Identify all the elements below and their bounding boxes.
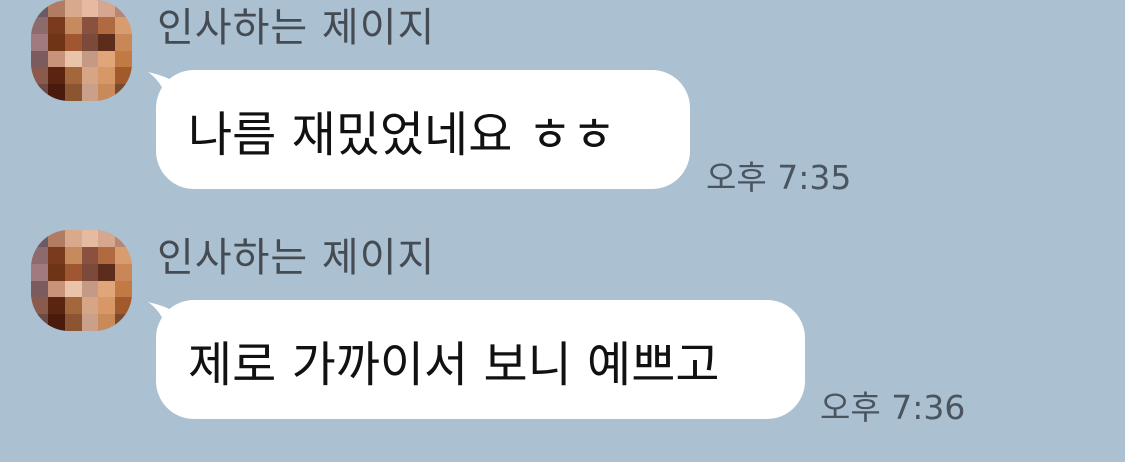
sender-name: 인사하는 제이지 [157, 5, 436, 51]
avatar-mosaic-cell [115, 33, 132, 51]
avatar-mosaic-cell [98, 0, 116, 17]
chat-message: 인사하는 제이지 나름 재밌었네요 ㅎㅎ 오후 7:35 [0, 0, 1125, 220]
avatar-mosaic-cell [81, 280, 99, 298]
avatar-mosaic-cell [31, 67, 48, 85]
avatar-mosaic-cell [115, 297, 132, 315]
avatar-mosaic-cell [115, 16, 132, 34]
sender-name: 인사하는 제이지 [157, 235, 436, 281]
avatar-mosaic-cell [98, 230, 116, 247]
avatar-mosaic-cell [115, 230, 132, 247]
avatar-mosaic-cell [64, 0, 82, 17]
avatar-mosaic-cell [31, 230, 48, 247]
message-text: 나름 재밌었네요 ㅎㅎ [188, 106, 616, 163]
avatar-mosaic-cell [81, 33, 99, 51]
avatar-mosaic-cell [115, 280, 132, 298]
avatar-mosaic-cell [31, 314, 48, 331]
avatar-mosaic-cell [98, 16, 116, 34]
avatar-mosaic-cell [47, 314, 65, 331]
avatar[interactable] [31, 230, 132, 331]
avatar-mosaic-cell [47, 16, 65, 34]
avatar-mosaic-cell [64, 246, 82, 264]
message-text: 제로 가까이서 보니 예쁘고 [188, 336, 720, 393]
message-bubble[interactable]: 나름 재밌었네요 ㅎㅎ [156, 70, 690, 189]
avatar-mosaic-cell [31, 246, 48, 264]
avatar-mosaic-cell [64, 16, 82, 34]
avatar-mosaic-cell [115, 314, 132, 331]
avatar-mosaic-cell [31, 263, 48, 281]
avatar-mosaic-cell [115, 0, 132, 17]
avatar-mosaic-cell [31, 297, 48, 315]
message-bubble[interactable]: 제로 가까이서 보니 예쁘고 [156, 300, 805, 419]
avatar-mosaic-cell [64, 230, 82, 247]
avatar-mosaic-cell [64, 314, 82, 331]
avatar-mosaic-cell [81, 16, 99, 34]
avatar-mosaic-cell [115, 263, 132, 281]
avatar-mosaic-cell [81, 67, 99, 85]
message-time: 오후 7:36 [820, 388, 966, 427]
avatar-mosaic-cell [81, 230, 99, 247]
avatar-mosaic-cell [81, 314, 99, 331]
avatar-mosaic-cell [81, 297, 99, 315]
avatar-mosaic-cell [64, 50, 82, 68]
avatar-mosaic-cell [64, 280, 82, 298]
chat-room: 인사하는 제이지 나름 재밌었네요 ㅎㅎ 오후 7:35 인사하는 제이지 제로… [0, 0, 1125, 462]
avatar-mosaic-cell [115, 50, 132, 68]
avatar-mosaic-cell [31, 0, 48, 17]
avatar-mosaic-cell [47, 246, 65, 264]
avatar-mosaic-cell [115, 246, 132, 264]
avatar[interactable] [31, 0, 132, 101]
chat-message: 인사하는 제이지 제로 가까이서 보니 예쁘고 오후 7:36 [0, 230, 1125, 450]
avatar-mosaic-cell [81, 50, 99, 68]
avatar-mosaic-cell [98, 297, 116, 315]
avatar-mosaic-cell [98, 84, 116, 101]
avatar-mosaic-cell [98, 314, 116, 331]
avatar-mosaic-cell [31, 16, 48, 34]
avatar-mosaic-cell [47, 67, 65, 85]
avatar-mosaic-cell [31, 50, 48, 68]
avatar-mosaic-cell [64, 263, 82, 281]
avatar-mosaic-cell [31, 280, 48, 298]
avatar-mosaic-cell [64, 33, 82, 51]
avatar-mosaic-cell [98, 246, 116, 264]
avatar-mosaic-cell [64, 67, 82, 85]
avatar-mosaic-cell [81, 263, 99, 281]
avatar-mosaic-cell [47, 33, 65, 51]
avatar-mosaic-cell [31, 33, 48, 51]
avatar-mosaic-cell [81, 0, 99, 17]
avatar-mosaic-cell [64, 84, 82, 101]
avatar-mosaic-cell [47, 84, 65, 101]
avatar-mosaic-cell [98, 263, 116, 281]
avatar-mosaic-cell [98, 50, 116, 68]
avatar-mosaic-cell [47, 297, 65, 315]
avatar-mosaic-cell [31, 84, 48, 101]
avatar-mosaic-cell [47, 0, 65, 17]
avatar-mosaic-cell [47, 263, 65, 281]
avatar-mosaic-cell [64, 297, 82, 315]
avatar-mosaic-cell [115, 84, 132, 101]
avatar-mosaic-cell [47, 230, 65, 247]
avatar-mosaic-cell [81, 246, 99, 264]
avatar-mosaic-cell [47, 50, 65, 68]
message-time: 오후 7:35 [706, 158, 852, 197]
avatar-mosaic-cell [98, 33, 116, 51]
avatar-mosaic-cell [98, 67, 116, 85]
avatar-mosaic-cell [47, 280, 65, 298]
avatar-mosaic-cell [81, 84, 99, 101]
avatar-mosaic-cell [98, 280, 116, 298]
avatar-mosaic-cell [115, 67, 132, 85]
